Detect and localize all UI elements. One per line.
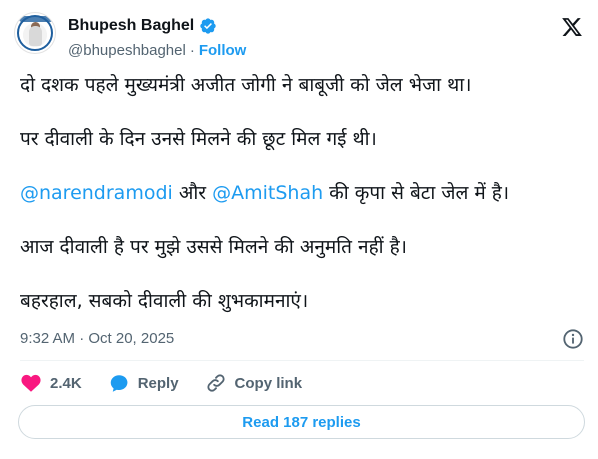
x-logo-icon[interactable]	[560, 16, 584, 38]
like-button[interactable]: 2.4K	[20, 372, 82, 394]
tweet-line-3-end: की कृपा से बेटा जेल में है।	[323, 182, 510, 204]
heart-icon	[21, 374, 41, 392]
separator-dot: ·	[189, 42, 195, 59]
mention-narendramodi[interactable]: @narendramodi	[20, 182, 173, 204]
info-icon[interactable]	[562, 328, 584, 350]
tweet-line-4: आज दीवाली है पर मुझे उससे मिलने की अनुमत…	[20, 236, 407, 258]
tweet-line-2: पर दीवाली के दिन उनसे मिलने की छूट मिल ग…	[20, 128, 377, 150]
tweet-line-5: बहरहाल, सबको दीवाली की शुभकामनाएं।	[20, 290, 309, 312]
author-name[interactable]: Bhupesh Baghel	[68, 17, 194, 35]
copy-link-button[interactable]: Copy link	[205, 372, 303, 394]
author-handle[interactable]: @bhupeshbaghel	[68, 42, 186, 59]
follow-button[interactable]: Follow	[199, 42, 247, 59]
tweet-card: Bhupesh Baghel @bhupeshbaghel · Follow द…	[0, 0, 598, 459]
author-handle-row: @bhupeshbaghel · Follow	[68, 42, 246, 59]
like-count: 2.4K	[50, 374, 82, 392]
action-bar: 2.4K Reply Copy link	[20, 370, 328, 396]
tweet-line-3: @narendramodi और @AmitShah की कृपा से बे…	[20, 180, 580, 207]
avatar-figure	[29, 26, 42, 46]
reply-button[interactable]: Reply	[108, 372, 179, 394]
read-replies-button[interactable]: Read 187 replies	[18, 405, 585, 439]
tweet-line-1: दो दशक पहले मुख्यमंत्री अजीत जोगी ने बाब…	[20, 74, 472, 96]
tweet-line-3-mid: और	[172, 182, 213, 204]
author-name-row: Bhupesh Baghel	[68, 16, 217, 36]
mention-amitshah[interactable]: @AmitShah	[212, 182, 323, 204]
reply-bubble-icon	[110, 375, 128, 392]
divider	[20, 360, 584, 361]
link-icon	[206, 374, 225, 392]
reply-label: Reply	[137, 374, 179, 392]
tweet-timestamp[interactable]: 9:32 AM · Oct 20, 2025	[20, 330, 174, 347]
verified-badge-icon	[200, 18, 216, 34]
copy-link-label: Copy link	[234, 374, 303, 392]
avatar[interactable]	[14, 12, 56, 54]
tweet-body: दो दशक पहले मुख्यमंत्री अजीत जोगी ने बाब…	[20, 72, 580, 342]
